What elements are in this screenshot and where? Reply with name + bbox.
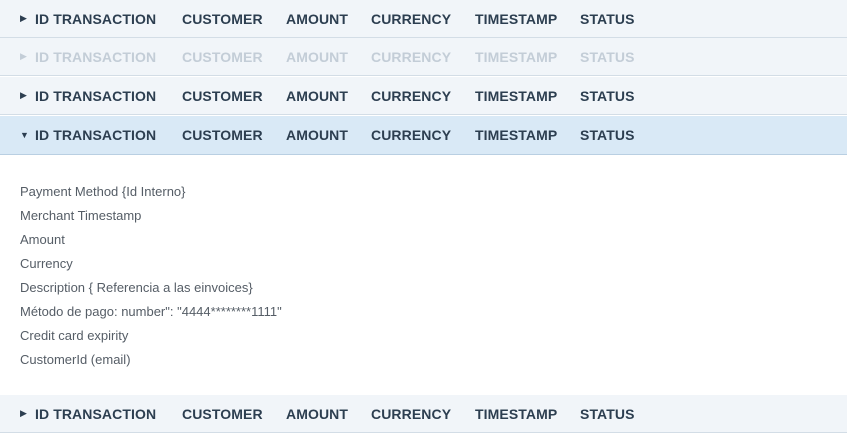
- col-currency: CURRENCY: [371, 10, 452, 27]
- detail-customer-id: CustomerId (email): [20, 352, 131, 367]
- col-amount: AMOUNT: [286, 127, 349, 143]
- col-amount: AMOUNT: [286, 10, 349, 27]
- col-currency: CURRENCY: [371, 87, 452, 104]
- expand-arrow-icon[interactable]: ▶: [20, 90, 27, 101]
- col-customer: CUSTOMER: [182, 127, 263, 143]
- col-customer: CUSTOMER: [182, 48, 263, 65]
- transaction-details-panel: Payment Method {Id Interno} Merchant Tim…: [0, 155, 847, 395]
- detail-card-expiry: Credit card expirity: [20, 328, 129, 343]
- transaction-row-5[interactable]: ▶ ID TRANSACTION CUSTOMER AMOUNT CURRENC…: [0, 395, 847, 433]
- col-timestamp: TIMESTAMP: [475, 48, 558, 65]
- detail-payment-method: Payment Method {Id Interno}: [20, 184, 186, 199]
- col-status: STATUS: [580, 405, 635, 422]
- transaction-row-4-expanded[interactable]: ▼ ID TRANSACTION CUSTOMER AMOUNT CURRENC…: [0, 116, 847, 155]
- col-customer: CUSTOMER: [182, 405, 263, 422]
- transaction-row-1[interactable]: ▶ ID TRANSACTION CUSTOMER AMOUNT CURRENC…: [0, 0, 847, 38]
- col-status: STATUS: [580, 48, 635, 65]
- col-timestamp: TIMESTAMP: [475, 127, 558, 143]
- col-currency: CURRENCY: [371, 405, 452, 422]
- col-amount: AMOUNT: [286, 48, 349, 65]
- col-status: STATUS: [580, 127, 635, 143]
- expand-arrow-icon[interactable]: ▶: [20, 13, 27, 24]
- col-currency: CURRENCY: [371, 48, 452, 65]
- expand-arrow-icon: ▶: [20, 51, 27, 61]
- col-amount: AMOUNT: [286, 87, 349, 104]
- col-customer: CUSTOMER: [182, 10, 263, 27]
- col-timestamp: TIMESTAMP: [475, 87, 558, 104]
- col-customer: CUSTOMER: [182, 87, 263, 104]
- detail-description: Description { Referencia a las einvoices…: [20, 280, 253, 295]
- col-status: STATUS: [580, 87, 635, 104]
- detail-amount: Amount: [20, 232, 65, 247]
- collapse-arrow-icon[interactable]: ▼: [20, 130, 29, 140]
- detail-merchant-timestamp: Merchant Timestamp: [20, 208, 142, 223]
- col-amount: AMOUNT: [286, 405, 349, 422]
- col-id-transaction: ID TRANSACTION: [35, 127, 157, 143]
- detail-currency: Currency: [20, 256, 73, 271]
- col-id-transaction: ID TRANSACTION: [35, 48, 157, 65]
- col-id-transaction: ID TRANSACTION: [35, 10, 157, 27]
- col-id-transaction: ID TRANSACTION: [35, 87, 157, 104]
- expand-arrow-icon[interactable]: ▶: [20, 408, 27, 419]
- col-timestamp: TIMESTAMP: [475, 10, 558, 27]
- col-currency: CURRENCY: [371, 127, 452, 143]
- transaction-row-3[interactable]: ▶ ID TRANSACTION CUSTOMER AMOUNT CURRENC…: [0, 77, 847, 115]
- transaction-row-2: ▶ ID TRANSACTION CUSTOMER AMOUNT CURRENC…: [0, 38, 847, 76]
- col-status: STATUS: [580, 10, 635, 27]
- col-id-transaction: ID TRANSACTION: [35, 405, 157, 422]
- detail-card-number: Método de pago: number": "4444********11…: [20, 304, 282, 319]
- col-timestamp: TIMESTAMP: [475, 405, 558, 422]
